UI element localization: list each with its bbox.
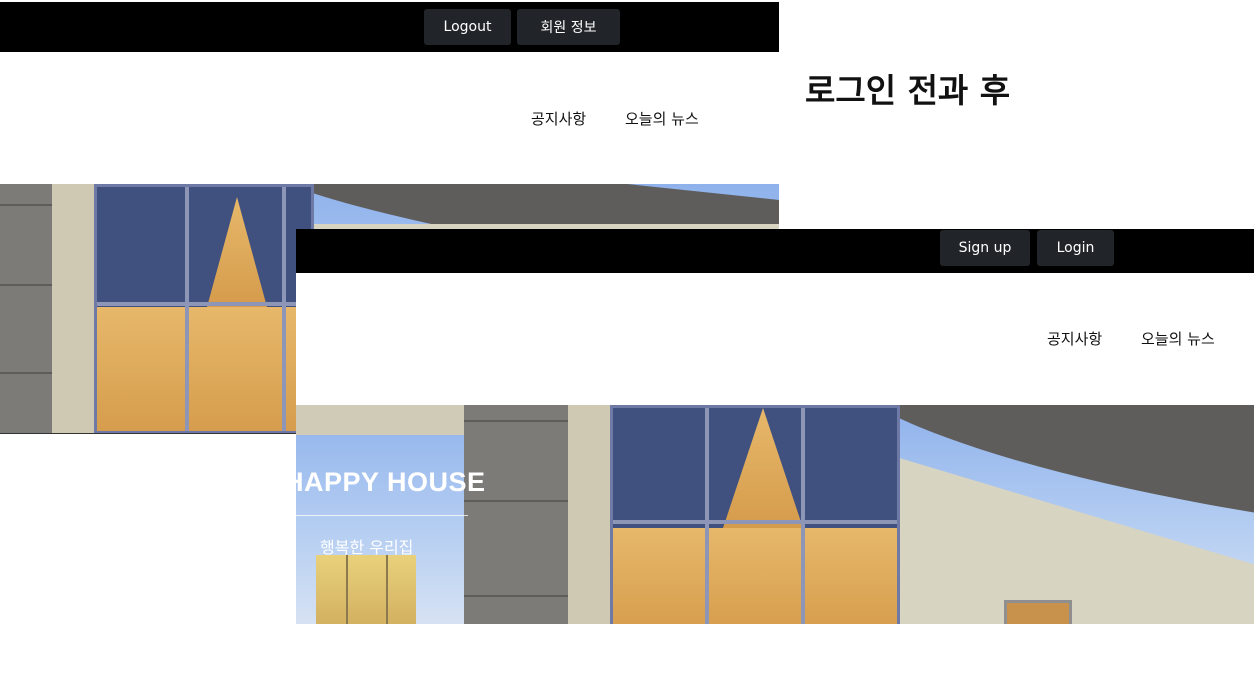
hero-subtitle: 행복한 우리집 — [320, 538, 414, 557]
hero-title: HAPPY HOUSE — [296, 467, 486, 497]
top-navbar: Logout 회원 정보 — [0, 2, 779, 52]
nav-link-news[interactable]: 오늘의 뉴스 — [1141, 328, 1215, 349]
nav-link-news[interactable]: 오늘의 뉴스 — [625, 108, 699, 129]
login-button[interactable]: Login — [1037, 230, 1114, 266]
hero-small-window — [1004, 600, 1072, 624]
hero-pillar — [0, 184, 52, 433]
hero-lobby — [316, 555, 416, 624]
hero-pillar — [464, 405, 568, 624]
hero-window — [94, 184, 314, 433]
screenshot-before-login: Sign up Login 공지사항 오늘의 뉴스 HAPPY HOUSE 행복 — [296, 229, 1254, 624]
hero-divider — [296, 515, 468, 516]
signup-button[interactable]: Sign up — [940, 230, 1030, 266]
nav-link-notice[interactable]: 공지사항 — [1047, 328, 1102, 349]
logout-button[interactable]: Logout — [424, 9, 511, 45]
member-info-button[interactable]: 회원 정보 — [517, 9, 620, 45]
hero-window — [610, 405, 900, 624]
hero-banner: HAPPY HOUSE 행복한 우리집 — [296, 405, 1254, 624]
comparison-caption: 로그인 전과 후 — [805, 71, 1011, 110]
top-navbar: Sign up Login — [296, 229, 1254, 273]
nav-link-notice[interactable]: 공지사항 — [531, 108, 586, 129]
